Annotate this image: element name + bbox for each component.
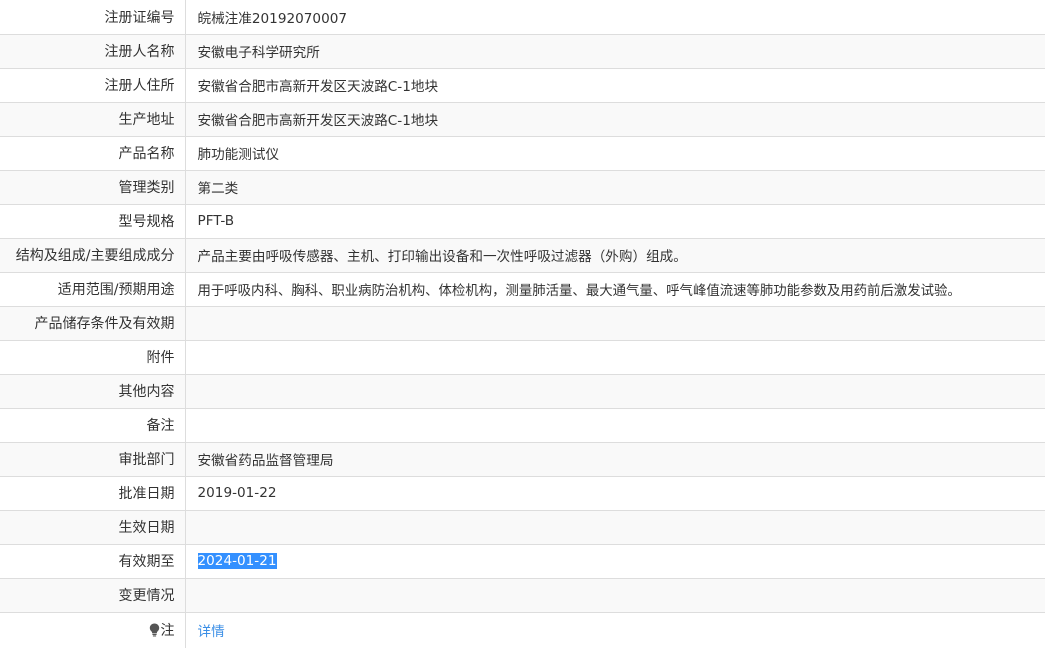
- label-valid-until: 有效期至: [0, 544, 186, 579]
- value-product-name: 肺功能测试仪: [185, 136, 1045, 171]
- label-management-category: 管理类别: [0, 170, 186, 205]
- row-attachments: 附件: [0, 340, 1045, 375]
- row-model-spec: 型号规格 PFT-B: [0, 204, 1045, 239]
- label-product-name: 产品名称: [0, 136, 186, 171]
- value-registrant-name: 安徽电子科学研究所: [185, 34, 1045, 69]
- row-effective-date: 生效日期: [0, 510, 1045, 545]
- value-note-cell: 详情: [185, 612, 1045, 648]
- value-production-address: 安徽省合肥市高新开发区天波路C-1地块: [185, 102, 1045, 137]
- label-effective-date: 生效日期: [0, 510, 186, 545]
- row-registrant-name: 注册人名称 安徽电子科学研究所: [0, 34, 1045, 69]
- value-registration-number: 皖械注准20192070007: [185, 0, 1045, 35]
- row-intended-use: 适用范围/预期用途 用于呼吸内科、胸科、职业病防治机构、体检机构，测量肺活量、最…: [0, 272, 1045, 307]
- value-approval-department: 安徽省药品监督管理局: [185, 442, 1045, 477]
- value-intended-use: 用于呼吸内科、胸科、职业病防治机构、体检机构，测量肺活量、最大通气量、呼气峰值流…: [185, 272, 1045, 307]
- row-valid-until: 有效期至 2024-01-21: [0, 544, 1045, 579]
- row-management-category: 管理类别 第二类: [0, 170, 1045, 205]
- label-attachments: 附件: [0, 340, 186, 375]
- label-other-content: 其他内容: [0, 374, 186, 409]
- value-attachments: [185, 340, 1045, 375]
- value-effective-date: [185, 510, 1045, 545]
- label-structure-composition: 结构及组成/主要组成成分: [0, 238, 186, 273]
- label-registration-number: 注册证编号: [0, 0, 186, 35]
- label-approval-date: 批准日期: [0, 476, 186, 511]
- row-approval-department: 审批部门 安徽省药品监督管理局: [0, 442, 1045, 477]
- value-registrant-address: 安徽省合肥市高新开发区天波路C-1地块: [185, 68, 1045, 103]
- value-structure-composition: 产品主要由呼吸传感器、主机、打印输出设备和一次性呼吸过滤器（外购）组成。: [185, 238, 1045, 273]
- label-change-status: 变更情况: [0, 578, 186, 613]
- row-storage-conditions: 产品储存条件及有效期: [0, 306, 1045, 341]
- label-model-spec: 型号规格: [0, 204, 186, 239]
- value-storage-conditions: [185, 306, 1045, 341]
- row-production-address: 生产地址 安徽省合肥市高新开发区天波路C-1地块: [0, 102, 1045, 137]
- registration-detail-table: 注册证编号 皖械注准20192070007 注册人名称 安徽电子科学研究所 注册…: [0, 0, 1045, 648]
- label-note-cell: 注: [0, 612, 186, 648]
- row-remarks: 备注: [0, 408, 1045, 443]
- value-management-category: 第二类: [185, 170, 1045, 205]
- value-model-spec: PFT-B: [185, 204, 1045, 239]
- label-approval-department: 审批部门: [0, 442, 186, 477]
- row-other-content: 其他内容: [0, 374, 1045, 409]
- row-structure-composition: 结构及组成/主要组成成分 产品主要由呼吸传感器、主机、打印输出设备和一次性呼吸过…: [0, 238, 1045, 273]
- value-other-content: [185, 374, 1045, 409]
- details-link[interactable]: 详情: [198, 624, 225, 640]
- value-valid-until-cell: 2024-01-21: [185, 544, 1045, 579]
- row-change-status: 变更情况: [0, 578, 1045, 613]
- label-storage-conditions: 产品储存条件及有效期: [0, 306, 186, 341]
- label-production-address: 生产地址: [0, 102, 186, 137]
- value-valid-until-selected[interactable]: 2024-01-21: [197, 553, 277, 569]
- value-approval-date: 2019-01-22: [185, 476, 1045, 511]
- label-registrant-address: 注册人住所: [0, 68, 186, 103]
- label-registrant-name: 注册人名称: [0, 34, 186, 69]
- value-change-status: [185, 578, 1045, 613]
- lightbulb-icon: [149, 623, 160, 641]
- row-approval-date: 批准日期 2019-01-22: [0, 476, 1045, 511]
- label-note: 注: [160, 622, 175, 639]
- row-registrant-address: 注册人住所 安徽省合肥市高新开发区天波路C-1地块: [0, 68, 1045, 103]
- row-product-name: 产品名称 肺功能测试仪: [0, 136, 1045, 171]
- row-registration-number: 注册证编号 皖械注准20192070007: [0, 0, 1045, 35]
- label-intended-use: 适用范围/预期用途: [0, 272, 186, 307]
- label-remarks: 备注: [0, 408, 186, 443]
- row-note: 注 详情: [0, 612, 1045, 648]
- value-remarks: [185, 408, 1045, 443]
